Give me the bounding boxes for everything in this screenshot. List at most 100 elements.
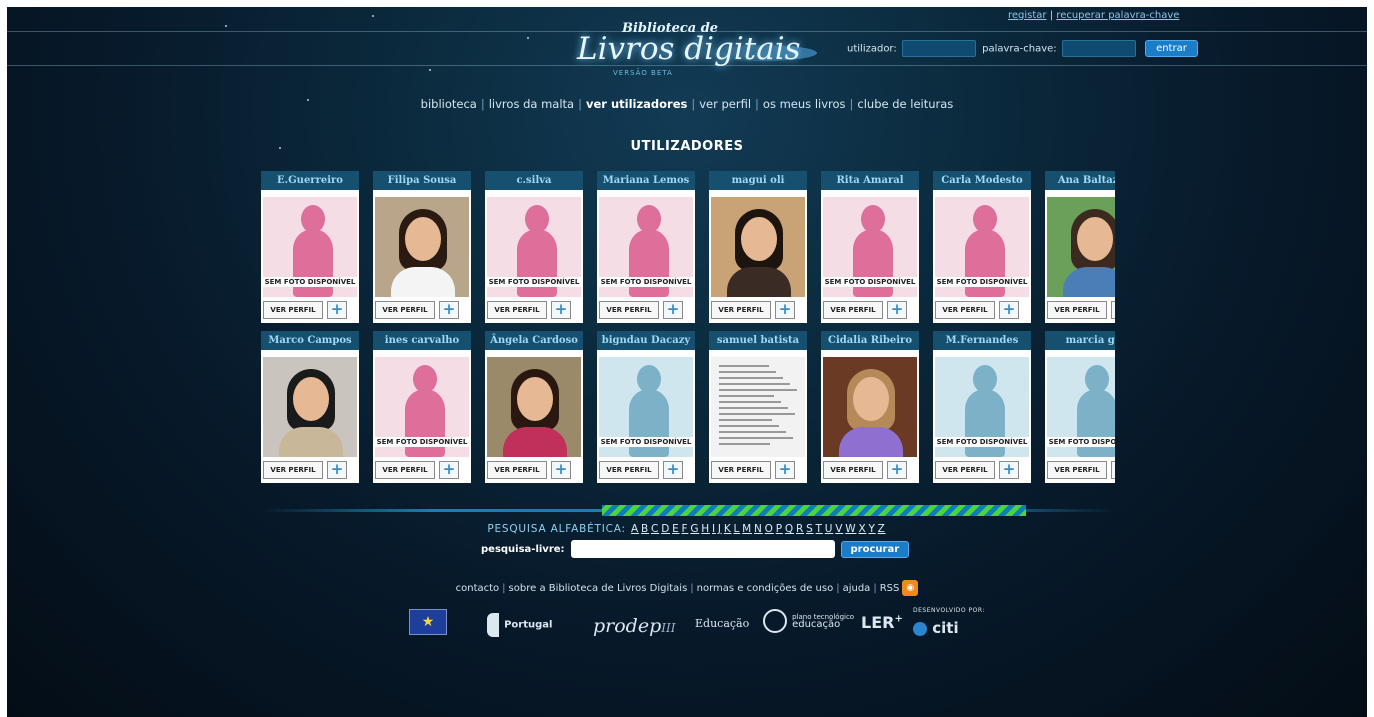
user-name[interactable]: samuel batista [709,331,807,350]
view-profile-button[interactable]: VER PERFIL [487,301,547,319]
no-photo-placeholder[interactable]: SEM FOTO DISPONÍVEL [375,357,469,457]
nav-item[interactable]: ver utilizadores [586,97,687,111]
password-input[interactable] [1061,40,1136,57]
alphabet-letter-link[interactable]: A [631,523,639,535]
alphabet-letter-link[interactable]: N [754,523,763,535]
add-friend-icon[interactable]: + [775,301,795,319]
alphabet-letter-link[interactable]: F [682,523,689,535]
no-photo-placeholder[interactable]: SEM FOTO DISPONÍVEL [487,197,581,297]
footer-link[interactable]: RSS [880,583,900,594]
user-name[interactable]: bigndau Dacazy [597,331,695,350]
alphabet-letter-link[interactable]: L [734,523,741,535]
register-link[interactable]: registar [1008,10,1047,21]
alphabet-letter-link[interactable]: Y [868,523,875,535]
add-friend-icon[interactable]: + [887,461,907,479]
nav-item[interactable]: os meus livros [763,97,846,111]
add-friend-icon[interactable]: + [327,461,347,479]
portugal-logo[interactable]: Portugal [487,613,552,637]
view-profile-button[interactable]: VER PERFIL [375,301,435,319]
user-name[interactable]: E.Guerreiro [261,171,359,190]
user-name[interactable]: Mariana Lemos [597,171,695,190]
alphabet-letter-link[interactable]: Z [878,523,886,535]
add-friend-icon[interactable]: + [999,461,1019,479]
view-profile-button[interactable]: VER PERFIL [1047,301,1107,319]
add-friend-icon[interactable]: + [551,301,571,319]
view-profile-button[interactable]: VER PERFIL [263,301,323,319]
recover-password-link[interactable]: recuperar palavra-chave [1056,10,1179,21]
add-friend-icon[interactable]: + [551,461,571,479]
username-input[interactable] [901,40,976,57]
alphabet-letter-link[interactable]: G [690,523,699,535]
alphabet-letter-link[interactable]: E [672,523,679,535]
user-photo[interactable] [487,357,581,457]
alphabet-letter-link[interactable]: B [641,523,649,535]
user-name[interactable]: M.Fernandes [933,331,1031,350]
add-friend-icon[interactable]: + [775,461,795,479]
footer-link[interactable]: sobre a Biblioteca de Livros Digitais [509,583,688,594]
user-photo[interactable] [711,197,805,297]
alphabet-letter-link[interactable]: O [765,523,774,535]
alphabet-letter-link[interactable]: M [742,523,752,535]
add-friend-icon[interactable]: + [663,301,683,319]
nav-item[interactable]: biblioteca [421,97,477,111]
view-profile-button[interactable]: VER PERFIL [823,461,883,479]
user-name[interactable]: Ângela Cardoso [485,331,583,350]
footer-link[interactable]: contacto [456,583,500,594]
nav-item[interactable]: clube de leituras [857,97,953,111]
alphabet-letter-link[interactable]: P [776,523,783,535]
user-name[interactable]: ines carvalho [373,331,471,350]
search-button[interactable]: procurar [840,540,910,558]
view-profile-button[interactable]: VER PERFIL [823,301,883,319]
view-profile-button[interactable]: VER PERFIL [1047,461,1107,479]
add-friend-icon[interactable]: + [327,301,347,319]
no-photo-placeholder[interactable]: SEM FOTO DISPONÍVEL [599,197,693,297]
alphabet-letter-link[interactable]: Q [785,523,794,535]
user-photo[interactable] [263,357,357,457]
site-logo[interactable]: Biblioteca de Livros digitais VERSÃO BET… [567,7,817,93]
view-profile-button[interactable]: VER PERFIL [263,461,323,479]
user-name[interactable]: Rita Amaral [821,171,919,190]
view-profile-button[interactable]: VER PERFIL [935,301,995,319]
alphabet-letter-link[interactable]: R [796,523,804,535]
add-friend-icon[interactable]: + [887,301,907,319]
user-name[interactable]: Carla Modesto [933,171,1031,190]
user-name[interactable]: Filipa Sousa [373,171,471,190]
footer-link[interactable]: ajuda [843,583,871,594]
view-profile-button[interactable]: VER PERFIL [487,461,547,479]
add-friend-icon[interactable]: + [439,461,459,479]
alphabet-letter-link[interactable]: S [806,523,813,535]
add-friend-icon[interactable]: + [663,461,683,479]
no-photo-placeholder[interactable]: SEM FOTO DISPONÍVEL [823,197,917,297]
alphabet-letter-link[interactable]: I [712,523,716,535]
plano-tecnologico-logo[interactable]: plano tecnológico educação [763,609,854,633]
citi-logo[interactable]: citi [913,619,959,637]
no-photo-placeholder[interactable]: SEM FOTO DISPONÍVEL [263,197,357,297]
add-friend-icon[interactable]: + [1111,461,1115,479]
add-friend-icon[interactable]: + [999,301,1019,319]
add-friend-icon[interactable]: + [439,301,459,319]
alphabet-letter-link[interactable]: W [845,523,856,535]
nav-item[interactable]: ver perfil [699,97,751,111]
nav-item[interactable]: livros da malta [489,97,574,111]
view-profile-button[interactable]: VER PERFIL [711,301,771,319]
user-name[interactable]: Marco Campos [261,331,359,350]
ler-logo[interactable]: LER+ [861,613,903,632]
user-photo-document[interactable] [711,357,805,457]
eu-flag-logo[interactable]: ★ [409,609,447,635]
view-profile-button[interactable]: VER PERFIL [711,461,771,479]
view-profile-button[interactable]: VER PERFIL [599,461,659,479]
alphabet-letter-link[interactable]: X [858,523,866,535]
alphabet-letter-link[interactable]: K [724,523,732,535]
user-photo[interactable] [1047,197,1115,297]
add-friend-icon[interactable]: + [1111,301,1115,319]
user-photo[interactable] [375,197,469,297]
educacao-logo[interactable]: Educação [695,617,749,630]
no-photo-placeholder[interactable]: SEM FOTO DISPONÍVEL [935,197,1029,297]
alphabet-letter-link[interactable]: H [701,523,710,535]
user-name[interactable]: c.silva [485,171,583,190]
free-search-input[interactable] [571,540,836,558]
alphabet-letter-link[interactable]: C [651,523,659,535]
alphabet-letter-link[interactable]: D [661,523,670,535]
footer-link[interactable]: normas e condições de uso [697,583,834,594]
login-button[interactable]: entrar [1145,40,1198,57]
